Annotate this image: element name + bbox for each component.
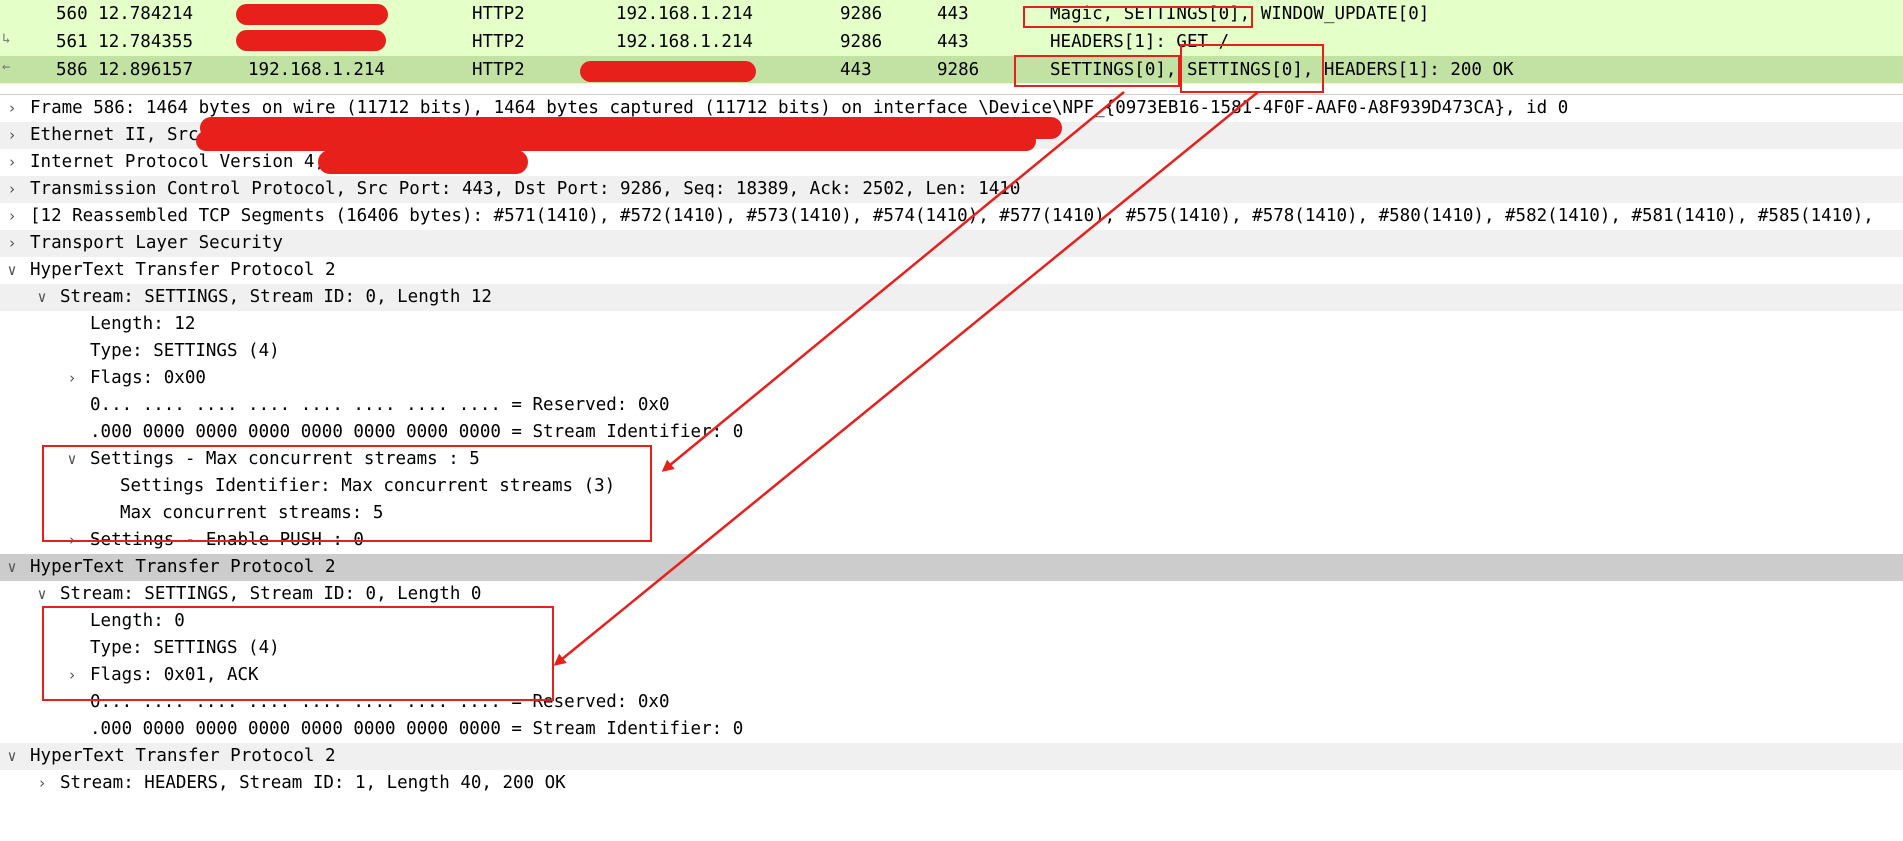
packet-no: 561 bbox=[56, 32, 88, 52]
chevron-right-icon[interactable]: › bbox=[4, 203, 20, 230]
tree-row-label: Transport Layer Security bbox=[30, 233, 283, 253]
packet-no: 586 bbox=[56, 60, 88, 80]
packet-no: 560 bbox=[56, 4, 88, 24]
chevron-right-icon[interactable]: › bbox=[4, 95, 20, 122]
packet-destination: 192.168.1.214 bbox=[616, 4, 753, 24]
tree-row-label: .000 0000 0000 0000 0000 0000 0000 0000 … bbox=[90, 422, 744, 442]
tree-row[interactable]: Length: 12 bbox=[0, 311, 1903, 338]
packet-dst-port: 443 bbox=[937, 4, 969, 24]
tree-row[interactable]: › [12 Reassembled TCP Segments (16406 byt… bbox=[0, 203, 1903, 230]
chevron-down-icon[interactable]: ∨ bbox=[4, 257, 20, 284]
redaction-mark bbox=[318, 150, 528, 174]
redaction-mark bbox=[196, 131, 1036, 151]
packet-time: 12.896157 bbox=[98, 60, 193, 80]
tree-row-label: Settings - Max concurrent streams : 5 bbox=[90, 449, 480, 469]
tree-row[interactable]: .000 0000 0000 0000 0000 0000 0000 0000 … bbox=[0, 716, 1903, 743]
redaction-mark bbox=[236, 30, 386, 51]
tree-row[interactable]: › Transmission Control Protocol, Src Port… bbox=[0, 176, 1903, 203]
tree-row[interactable]: › Internet Protocol Version 4, Dst: 192.1… bbox=[0, 149, 1903, 176]
tree-row-label: HyperText Transfer Protocol 2 bbox=[30, 260, 336, 280]
tree-row-label: Settings - Enable PUSH : 0 bbox=[90, 530, 364, 550]
tree-row-label: .000 0000 0000 0000 0000 0000 0000 0000 … bbox=[90, 719, 744, 739]
chevron-down-icon[interactable]: ∨ bbox=[34, 581, 50, 608]
tree-row-label: Settings Identifier: Max concurrent stre… bbox=[120, 476, 616, 496]
tree-row-label: HyperText Transfer Protocol 2 bbox=[30, 557, 336, 577]
tree-row[interactable]: Type: SETTINGS (4) bbox=[0, 635, 1903, 662]
packet-info: SETTINGS[0], SETTINGS[0], HEADERS[1]: 20… bbox=[1050, 60, 1514, 80]
tree-row[interactable]: › Flags: 0x00 bbox=[0, 365, 1903, 392]
tree-row[interactable]: 0... .... .... .... .... .... .... .... … bbox=[0, 392, 1903, 419]
tree-row-label: Type: SETTINGS (4) bbox=[90, 638, 280, 658]
packet-protocol: HTTP2 bbox=[472, 4, 525, 24]
tree-row-label: 0... .... .... .... .... .... .... .... … bbox=[90, 692, 670, 712]
flow-arrow-icon: ↳ bbox=[2, 31, 11, 47]
chevron-right-icon[interactable]: › bbox=[4, 149, 20, 176]
tree-row[interactable]: › Stream: HEADERS, Stream ID: 1, Length 4… bbox=[0, 770, 1903, 797]
tree-row[interactable]: ∨ HyperText Transfer Protocol 2 bbox=[0, 743, 1903, 770]
tree-row[interactable]: ∨ Stream: SETTINGS, Stream ID: 0, Length … bbox=[0, 284, 1903, 311]
tree-row-label: [12 Reassembled TCP Segments (16406 byte… bbox=[30, 206, 1874, 226]
packet-time: 12.784214 bbox=[98, 4, 193, 24]
packet-src-port: 9286 bbox=[840, 4, 883, 24]
tree-row[interactable]: ∨ Stream: SETTINGS, Stream ID: 0, Length … bbox=[0, 581, 1903, 608]
chevron-right-icon[interactable]: › bbox=[4, 122, 20, 149]
tree-row-label: Ethernet II, Src bbox=[30, 125, 199, 145]
tree-row[interactable]: ∨ HyperText Transfer Protocol 2 bbox=[0, 554, 1903, 581]
packet-source: 192.168.1.214 bbox=[248, 60, 385, 80]
tree-row[interactable]: 0... .... .... .... .... .... .... .... … bbox=[0, 689, 1903, 716]
packet-protocol: HTTP2 bbox=[472, 60, 525, 80]
chevron-right-icon[interactable]: › bbox=[64, 365, 80, 392]
packet-protocol: HTTP2 bbox=[472, 32, 525, 52]
flow-line-icon: ← bbox=[2, 59, 11, 75]
chevron-down-icon[interactable]: ∨ bbox=[4, 554, 20, 581]
chevron-down-icon[interactable]: ∨ bbox=[64, 446, 80, 473]
tree-row-label: Type: SETTINGS (4) bbox=[90, 341, 280, 361]
chevron-down-icon[interactable]: ∨ bbox=[4, 743, 20, 770]
tree-row[interactable]: › Transport Layer Security bbox=[0, 230, 1903, 257]
tree-row-label: Length: 12 bbox=[90, 314, 196, 334]
packet-dst-port: 9286 bbox=[937, 60, 980, 80]
packet-dst-port: 443 bbox=[937, 32, 969, 52]
packet-info: Magic, SETTINGS[0], WINDOW_UPDATE[0] bbox=[1050, 4, 1430, 24]
tree-row[interactable]: Length: 0 bbox=[0, 608, 1903, 635]
tree-row-label: Stream: SETTINGS, Stream ID: 0, Length 0 bbox=[60, 584, 482, 604]
chevron-right-icon[interactable]: › bbox=[64, 662, 80, 689]
tree-row[interactable]: Type: SETTINGS (4) bbox=[0, 338, 1903, 365]
packet-destination: 192.168.1.214 bbox=[616, 32, 753, 52]
packet-src-port: 443 bbox=[840, 60, 872, 80]
tree-row[interactable]: .000 0000 0000 0000 0000 0000 0000 0000 … bbox=[0, 419, 1903, 446]
tree-row-label: Flags: 0x01, ACK bbox=[90, 665, 259, 685]
redaction-mark bbox=[580, 61, 756, 82]
tree-row-label: Transmission Control Protocol, Src Port:… bbox=[30, 179, 1021, 199]
packet-src-port: 9286 bbox=[840, 32, 883, 52]
tree-row-label: 0... .... .... .... .... .... .... .... … bbox=[90, 395, 670, 415]
redaction-mark bbox=[236, 4, 388, 25]
packet-detail-tree: › Frame 586: 1464 bytes on wire (11712 bi… bbox=[0, 94, 1903, 841]
tree-row[interactable]: › Flags: 0x01, ACK bbox=[0, 662, 1903, 689]
tree-row[interactable]: Max concurrent streams: 5 bbox=[0, 500, 1903, 527]
tree-row[interactable]: ∨ Settings - Max concurrent streams : 5 bbox=[0, 446, 1903, 473]
chevron-right-icon[interactable]: › bbox=[4, 176, 20, 203]
packet-time: 12.784355 bbox=[98, 32, 193, 52]
tree-row[interactable]: Settings Identifier: Max concurrent stre… bbox=[0, 473, 1903, 500]
tree-row[interactable]: › Settings - Enable PUSH : 0 bbox=[0, 527, 1903, 554]
chevron-right-icon[interactable]: › bbox=[64, 527, 80, 554]
tree-row-label: Flags: 0x00 bbox=[90, 368, 206, 388]
chevron-right-icon[interactable]: › bbox=[4, 230, 20, 257]
tree-row-label: HyperText Transfer Protocol 2 bbox=[30, 746, 336, 766]
tree-row-label: Stream: SETTINGS, Stream ID: 0, Length 1… bbox=[60, 287, 492, 307]
chevron-right-icon[interactable]: › bbox=[34, 770, 50, 797]
tree-row-label: Max concurrent streams: 5 bbox=[120, 503, 384, 523]
tree-row-label: Length: 0 bbox=[90, 611, 185, 631]
tree-row[interactable]: ∨ HyperText Transfer Protocol 2 bbox=[0, 257, 1903, 284]
packet-row-586-selected[interactable]: ← 586 12.896157 192.168.1.214 HTTP2 443 … bbox=[0, 56, 1903, 83]
tree-row-label: Stream: HEADERS, Stream ID: 1, Length 40… bbox=[60, 773, 566, 793]
packet-info: HEADERS[1]: GET / bbox=[1050, 32, 1230, 52]
chevron-down-icon[interactable]: ∨ bbox=[34, 284, 50, 311]
